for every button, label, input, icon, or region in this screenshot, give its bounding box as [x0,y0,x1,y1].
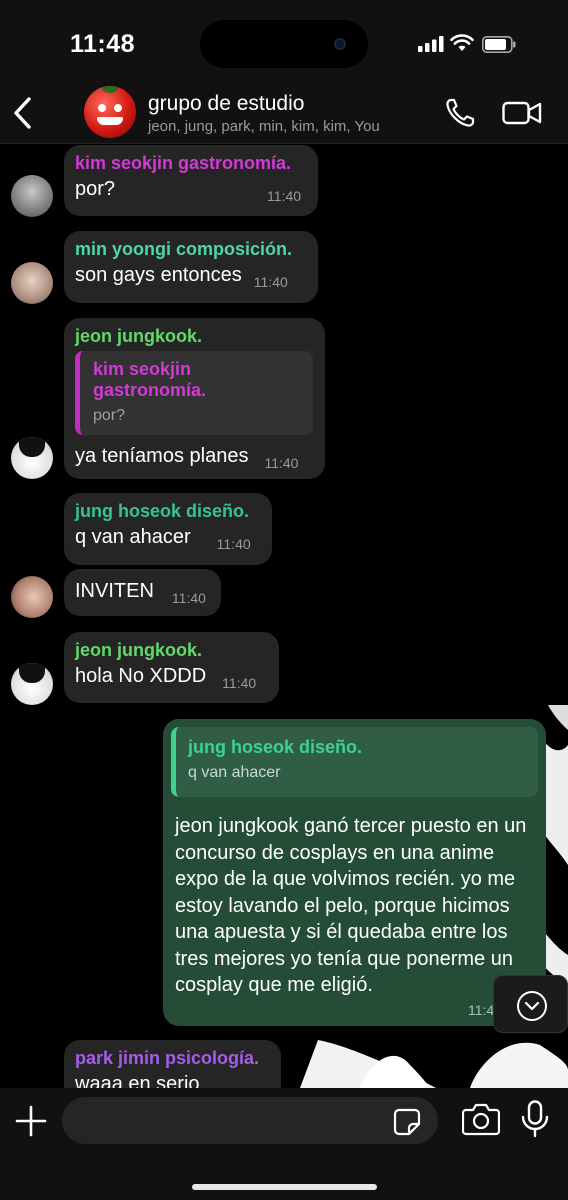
message-bubble[interactable]: park jimin psicología. waaa en serio [64,1040,281,1088]
scroll-to-bottom-button[interactable] [493,975,568,1033]
message-time: 11:40 [222,675,257,691]
message-bubble[interactable]: kim seokjin gastronomía. por? 11:40 [64,145,318,216]
avatar-min-yoongi[interactable] [11,262,53,304]
microphone-icon[interactable] [520,1100,550,1138]
quote-sender: jung hoseok diseño. [188,737,363,757]
message-bubble[interactable]: INVITEN 11:40 [64,569,221,616]
status-time: 11:48 [70,30,136,58]
message-bubble[interactable]: min yoongi composición. son gays entonce… [64,231,318,303]
avatar-jeon-jungkook[interactable] [11,663,53,705]
message-text: hola No XDDD [75,665,207,687]
avatar-kim-seokjin[interactable] [11,175,53,217]
group-members[interactable]: jeon, jung, park, min, kim, kim, You [148,118,380,135]
chat-header: grupo de estudio jeon, jung, park, min, … [0,82,568,144]
message-text: INVITEN [75,580,154,602]
message-sender: kim seokjin gastronomía. [75,153,292,173]
wifi-icon [450,34,474,51]
group-avatar[interactable] [84,86,136,138]
reply-quote[interactable]: kim seokjin gastronomía. por? [75,351,313,435]
message-sender: jeon jungkook. [75,326,203,346]
battery-icon [482,36,516,53]
message-bubble[interactable]: jeon jungkook. kim seokjin gastronomía. … [64,318,325,479]
message-time: 11:40 [253,274,288,290]
chevron-down-icon [517,991,547,1021]
message-text: ya teníamos planes [75,445,249,467]
status-bar: 11:48 [0,0,568,82]
message-sender: jeon jungkook. [75,640,203,660]
message-text: por? [75,178,116,200]
phone-icon[interactable] [444,97,476,129]
quote-text: por? [93,407,126,424]
home-indicator[interactable] [192,1184,377,1190]
message-list[interactable]: kim seokjin gastronomía. por? 11:40 min y… [0,145,568,1088]
avatar-jeon-jungkook[interactable] [11,437,53,479]
message-sender: park jimin psicología. [75,1048,260,1068]
message-text: q van ahacer [75,526,191,548]
message-sender: jung hoseok diseño. [75,501,250,521]
quote-text: q van ahacer [188,764,281,781]
message-time: 11:40 [216,536,251,552]
message-input[interactable] [62,1097,438,1144]
sticker-icon[interactable] [393,1108,421,1136]
cellular-signal-icon [418,36,444,52]
composer-bar [0,1088,568,1200]
message-text: son gays entonces [75,264,242,286]
quote-sender: kim seokjin gastronomía. [93,359,207,400]
message-text: jeon jungkook ganó tercer puesto en un c… [175,815,527,996]
video-camera-icon[interactable] [502,100,542,126]
back-chevron-icon[interactable] [12,96,34,130]
plus-icon[interactable] [14,1104,48,1138]
message-sender: min yoongi composición. [75,239,293,259]
dynamic-island [200,20,368,68]
group-title[interactable]: grupo de estudio [148,92,304,116]
message-time: 11:40 [264,455,299,471]
message-text: waaa en serio [75,1073,200,1088]
message-bubble[interactable]: jung hoseok diseño. q van ahacer 11:40 [64,493,272,565]
message-bubble[interactable]: jeon jungkook. hola No XDDD 11:40 [64,632,279,703]
avatar-jung-hoseok[interactable] [11,576,53,618]
message-time: 11:40 [171,590,206,606]
camera-icon[interactable] [462,1102,500,1136]
message-time: 11:40 [267,188,302,204]
outgoing-message-bubble[interactable]: jung hoseok diseño. q van ahacer jeon ju… [163,719,546,1026]
reply-quote[interactable]: jung hoseok diseño. q van ahacer [171,727,538,797]
